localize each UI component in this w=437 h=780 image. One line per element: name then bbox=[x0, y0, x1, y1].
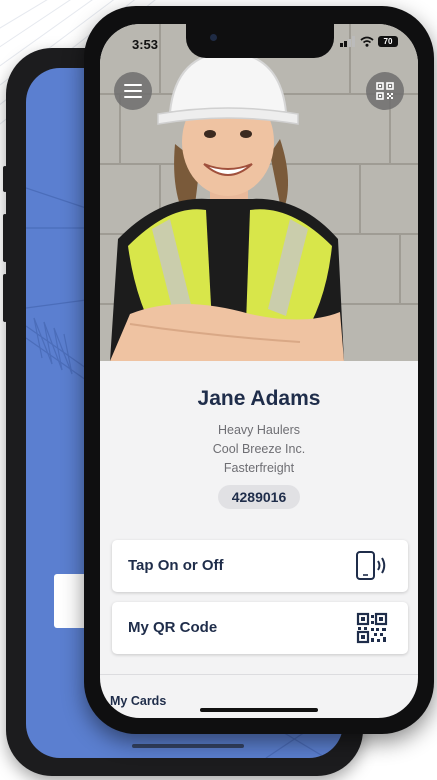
battery-icon: 70 bbox=[378, 36, 398, 47]
home-indicator[interactable] bbox=[200, 708, 318, 712]
company-3: Fasterfreight bbox=[223, 461, 295, 475]
front-phone: 3:53 70 Jane Adams Heavy Haulers Cool Br… bbox=[84, 6, 434, 734]
tap-on-off-button[interactable]: Tap On or Off bbox=[112, 540, 408, 592]
id-number-badge: 4289016 bbox=[218, 485, 300, 509]
front-phone-screen: 3:53 70 Jane Adams Heavy Haulers Cool Br… bbox=[100, 24, 418, 718]
qr-scan-button[interactable] bbox=[366, 72, 404, 110]
back-home-indicator bbox=[132, 744, 244, 748]
mute-switch bbox=[3, 166, 7, 192]
volume-down-button bbox=[3, 274, 7, 322]
hamburger-line bbox=[124, 90, 142, 92]
hamburger-line bbox=[124, 84, 142, 86]
status-icons: 70 bbox=[340, 36, 398, 47]
front-camera bbox=[210, 34, 217, 41]
my-qr-code-label: My QR Code bbox=[128, 619, 218, 636]
my-qr-code-button[interactable]: My QR Code bbox=[112, 602, 408, 654]
tap-on-off-label: Tap On or Off bbox=[128, 557, 224, 574]
my-cards-heading: My Cards bbox=[110, 694, 167, 708]
signal-icon bbox=[340, 36, 355, 47]
menu-button[interactable] bbox=[114, 72, 152, 110]
company-2: Cool Breeze Inc. bbox=[212, 442, 306, 456]
profile-photo bbox=[100, 24, 418, 361]
wifi-icon bbox=[360, 36, 374, 47]
camera-notch bbox=[186, 24, 334, 58]
qr-code-icon bbox=[356, 612, 388, 644]
phone-nfc-icon bbox=[356, 551, 386, 580]
status-time: 3:53 bbox=[132, 37, 159, 52]
volume-up-button bbox=[3, 214, 7, 262]
worker-name: Jane Adams bbox=[197, 387, 321, 410]
section-divider bbox=[100, 674, 418, 675]
qr-code-icon bbox=[376, 82, 394, 100]
company-1: Heavy Haulers bbox=[218, 423, 300, 437]
hamburger-line bbox=[124, 96, 142, 98]
